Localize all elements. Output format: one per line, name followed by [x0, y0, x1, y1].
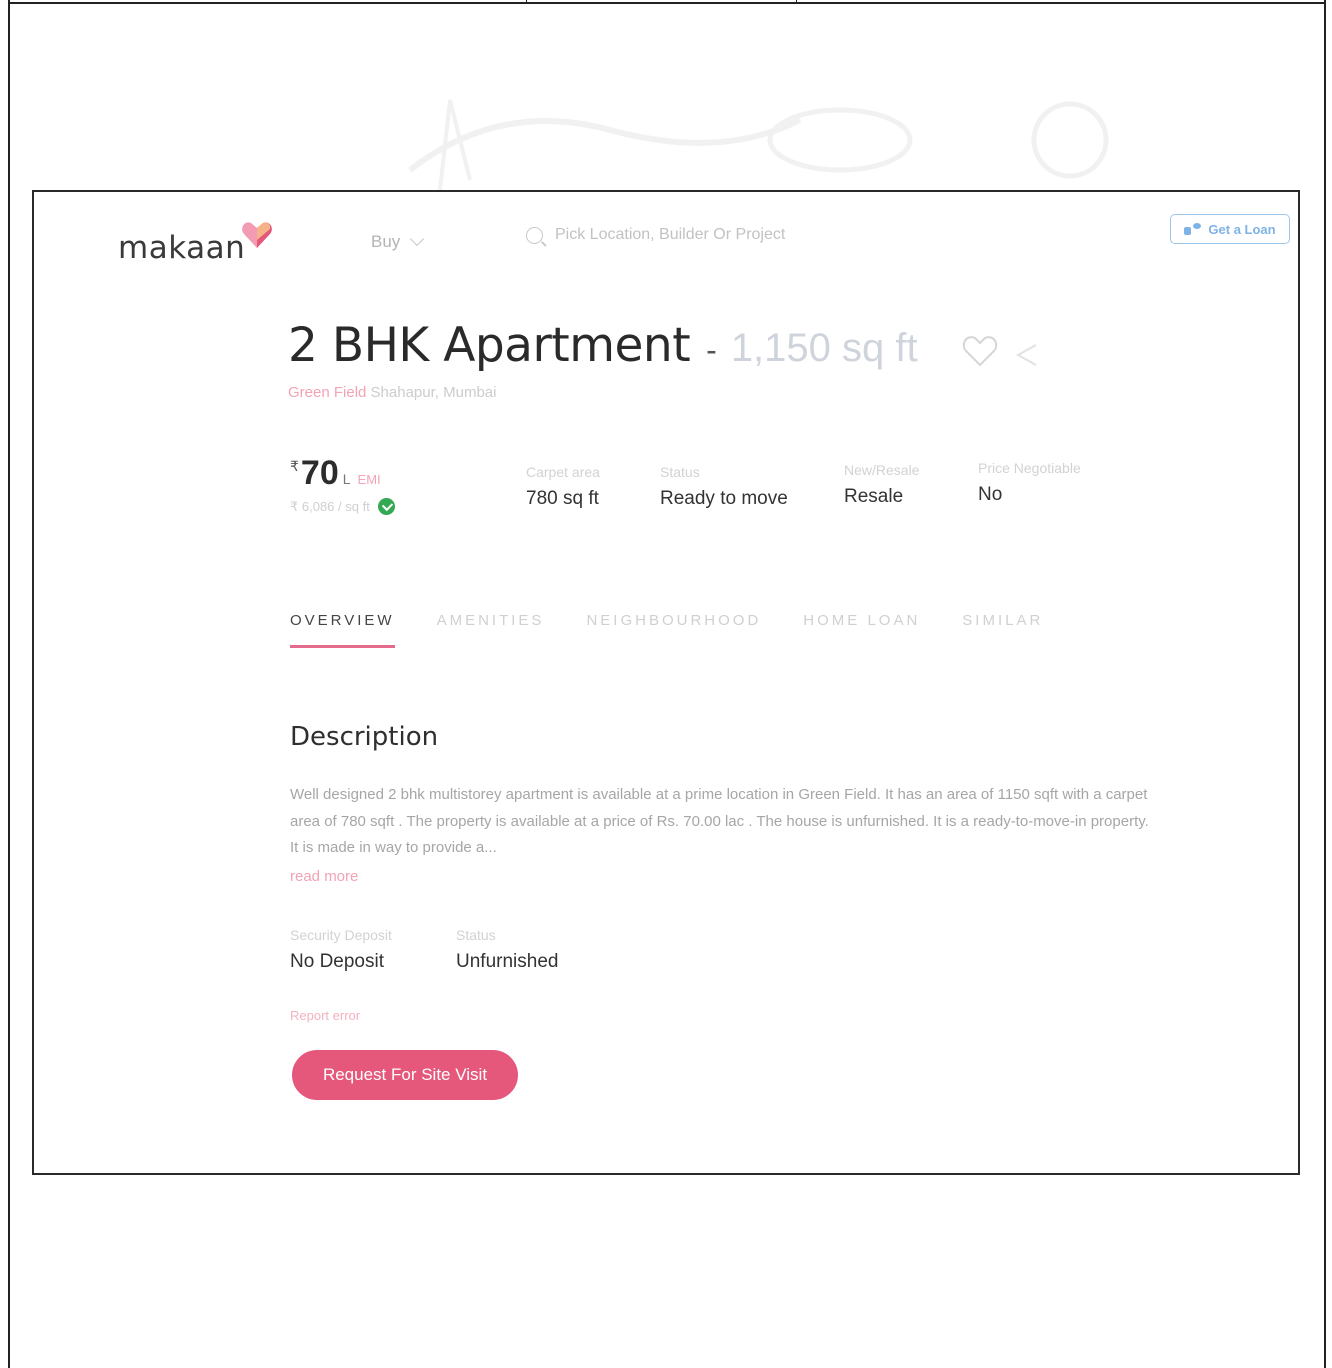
spec-label: Price Negotiable — [978, 460, 1081, 476]
detail-label: Security Deposit — [290, 927, 392, 943]
tab-similar[interactable]: SIMILAR — [962, 612, 1043, 648]
title-separator: - — [706, 332, 717, 368]
spec-label: Status — [660, 464, 700, 480]
detail-value: Unfurnished — [456, 951, 559, 972]
spec-label: Carpet area — [526, 464, 600, 480]
description-text: Well designed 2 bhk multistorey apartmen… — [290, 786, 1149, 856]
rate-text: ₹ 6,086 / sq ft — [290, 498, 370, 514]
search-icon — [526, 226, 543, 244]
description-heading: Description — [290, 722, 439, 752]
locality-link[interactable]: Green Field — [288, 384, 366, 401]
tab-neighbourhood[interactable]: NEIGHBOURHOOD — [586, 612, 761, 648]
spec-status: Status Ready to move — [660, 464, 788, 510]
heart-logo-icon — [242, 222, 273, 248]
search-input[interactable]: Pick Location, Builder Or Project — [526, 226, 785, 244]
good-deal-icon[interactable] — [377, 498, 395, 515]
property-page-screenshot: makaan Buy Pick Location, Builder Or Pro… — [32, 190, 1300, 1175]
spec-value: No — [978, 484, 1003, 505]
spec-value: 780 sq ft — [526, 488, 599, 509]
detail-value: No Deposit — [290, 951, 384, 972]
locality-city: Shahapur, Mumbai — [370, 384, 497, 401]
emi-link[interactable]: EMI — [358, 472, 381, 487]
price-per-sqft: ₹ 6,086 / sq ft — [290, 498, 395, 515]
spec-carpet-area: Carpet area 780 sq ft — [526, 464, 600, 510]
listing-area: 1,150 sq ft — [730, 326, 918, 370]
get-a-loan-label: Get a Loan — [1208, 221, 1276, 237]
tab-overview[interactable]: OVERVIEW — [290, 612, 395, 648]
spec-label: New/Resale — [844, 462, 920, 478]
spec-price-negotiable: Price Negotiable No — [978, 460, 1081, 506]
detail-furnishing: Status Unfurnished — [456, 927, 558, 973]
listing-title: 2 BHK Apartment - 1,150 sq ft — [288, 318, 918, 373]
detail-security-deposit: Security Deposit No Deposit — [290, 927, 392, 973]
get-a-loan-button[interactable]: Get a Loan — [1170, 214, 1290, 244]
search-placeholder: Pick Location, Builder Or Project — [555, 226, 786, 243]
section-tabs: OVERVIEW AMENITIES NEIGHBOURHOOD HOME LO… — [290, 612, 1085, 648]
report-error-link[interactable]: Report error — [290, 1008, 360, 1023]
tab-home-loan[interactable]: HOME LOAN — [803, 612, 920, 648]
tab-amenities[interactable]: AMENITIES — [437, 612, 545, 648]
buy-label: Buy — [371, 232, 401, 251]
logo-text: makaan — [118, 230, 246, 266]
detail-label: Status — [456, 927, 496, 943]
spec-new-resale: New/Resale Resale — [844, 462, 919, 508]
spec-value: Resale — [844, 486, 904, 507]
loan-icon — [1184, 223, 1202, 235]
price-value: 70 — [300, 454, 339, 492]
listing-type: 2 BHK Apartment — [288, 318, 691, 373]
read-more-link[interactable]: read more — [290, 868, 358, 885]
price-block: ₹ 70 L EMI — [290, 454, 381, 493]
favorite-heart-icon[interactable] — [962, 334, 998, 368]
request-site-visit-button[interactable]: Request For Site Visit — [292, 1050, 518, 1100]
buy-dropdown[interactable]: Buy — [371, 231, 425, 252]
share-icon[interactable] — [1014, 342, 1040, 368]
spec-value: Ready to move — [660, 488, 788, 509]
makaan-logo[interactable]: makaan — [118, 220, 273, 266]
currency-symbol: ₹ — [290, 458, 299, 474]
locality-text: Green Field Shahapur, Mumbai — [288, 384, 496, 401]
chevron-down-icon — [410, 231, 425, 247]
price-unit: L — [342, 471, 351, 487]
